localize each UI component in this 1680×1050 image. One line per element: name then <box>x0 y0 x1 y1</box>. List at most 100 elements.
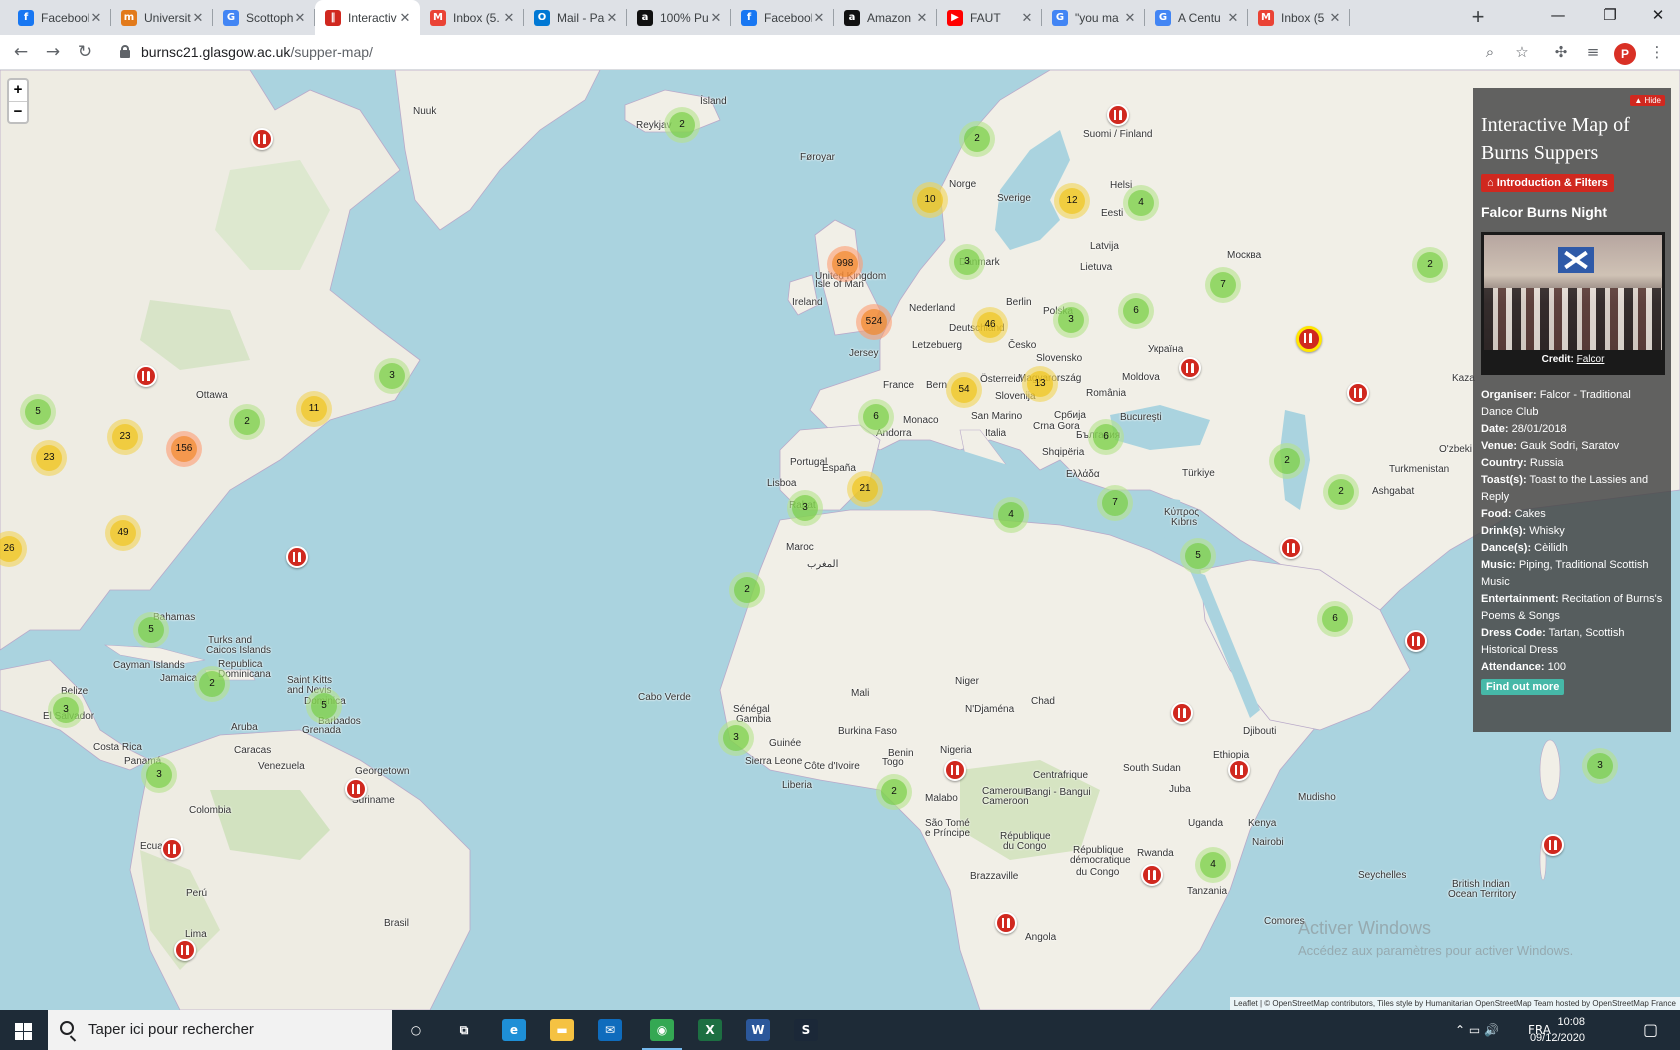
taskbar-excel-icon[interactable]: X <box>686 1010 734 1050</box>
marker-cluster[interactable]: 3 <box>374 358 410 394</box>
browser-tab[interactable]: f Facebook ✕ <box>731 0 834 35</box>
close-tab-icon[interactable]: ✕ <box>605 10 619 26</box>
reload-button[interactable]: ↻ <box>72 39 98 65</box>
supper-marker-icon[interactable] <box>1405 630 1427 652</box>
zoom-in-button[interactable]: + <box>9 80 27 101</box>
supper-marker-icon[interactable] <box>161 838 183 860</box>
zoom-out-button[interactable]: − <box>9 101 27 122</box>
taskbar-task-view-icon[interactable]: ⧉ <box>440 1010 488 1050</box>
notification-icon[interactable]: ▢ <box>1643 1010 1658 1050</box>
clock[interactable]: 10:08 09/12/2020 <box>1515 1014 1585 1046</box>
close-tab-icon[interactable]: ✕ <box>398 10 412 26</box>
marker-cluster[interactable]: 998 <box>827 246 863 282</box>
introduction-filters-button[interactable]: ⌂ Introduction & Filters <box>1481 174 1614 192</box>
browser-tab[interactable]: M Inbox (5. ✕ <box>420 0 524 35</box>
marker-cluster[interactable]: 5 <box>306 688 342 724</box>
marker-cluster[interactable]: 10 <box>912 182 948 218</box>
marker-cluster[interactable]: 5 <box>1180 538 1216 574</box>
marker-cluster[interactable]: 2 <box>1323 474 1359 510</box>
marker-cluster[interactable]: 23 <box>31 440 67 476</box>
close-tab-icon[interactable]: ✕ <box>812 10 826 26</box>
supper-marker-icon[interactable] <box>286 546 308 568</box>
marker-cluster[interactable]: 4 <box>993 497 1029 533</box>
supper-marker-icon[interactable] <box>1171 702 1193 724</box>
marker-cluster[interactable]: 11 <box>296 391 332 427</box>
marker-cluster[interactable]: 6 <box>1317 601 1353 637</box>
marker-cluster[interactable]: 2 <box>1269 443 1305 479</box>
close-tab-icon[interactable]: ✕ <box>1123 10 1137 26</box>
taskbar-cortana-icon[interactable]: ○ <box>392 1010 440 1050</box>
close-tab-icon[interactable]: ✕ <box>89 10 103 26</box>
browser-tab[interactable]: G Scottoph ✕ <box>213 0 315 35</box>
taskbar-chrome-icon[interactable]: ◉ <box>638 1010 686 1050</box>
supper-marker-icon[interactable] <box>995 912 1017 934</box>
supper-marker-icon[interactable] <box>1141 864 1163 886</box>
browser-tab[interactable]: ▶ FAUT ✕ <box>937 0 1042 35</box>
marker-cluster[interactable]: 2 <box>194 666 230 702</box>
supper-marker-icon[interactable] <box>1179 357 1201 379</box>
close-tab-icon[interactable]: ✕ <box>502 10 516 26</box>
credit-link[interactable]: Falcor <box>1577 354 1605 365</box>
marker-cluster[interactable]: 524 <box>856 304 892 340</box>
profile-avatar[interactable]: P <box>1614 43 1636 65</box>
bookmark-star-icon[interactable]: ☆ <box>1510 40 1534 64</box>
marker-cluster[interactable]: 23 <box>107 419 143 455</box>
marker-cluster[interactable]: 4 <box>1195 847 1231 883</box>
new-tab-button[interactable]: + <box>1465 5 1491 31</box>
taskbar-mail-icon[interactable]: ✉ <box>586 1010 634 1050</box>
browser-tab[interactable]: G "you ma ✕ <box>1042 0 1145 35</box>
close-tab-icon[interactable]: ✕ <box>293 10 307 26</box>
world-map[interactable]: Ísland Reykjav Nuuk Føroyar Suomi / Finland N… <box>0 70 1680 1010</box>
taskbar-search-box[interactable]: Taper ici pour rechercher <box>48 1010 392 1050</box>
marker-cluster[interactable]: 3 <box>1053 302 1089 338</box>
marker-cluster[interactable]: 6 <box>858 399 894 435</box>
address-bar[interactable]: burnsc21.glasgow.ac.uk/supper-map/ <box>110 38 1520 67</box>
minimize-button[interactable]: — <box>1532 0 1584 32</box>
zoom-icon[interactable]: ⌕ <box>1478 40 1502 64</box>
marker-cluster[interactable]: 2 <box>876 774 912 810</box>
taskbar-word-icon[interactable]: W <box>734 1010 782 1050</box>
taskbar-explorer-icon[interactable]: ▬ <box>538 1010 586 1050</box>
close-tab-icon[interactable]: ✕ <box>1020 10 1034 26</box>
marker-cluster[interactable]: 7 <box>1205 267 1241 303</box>
browser-tab[interactable]: M Inbox (5 ✕ <box>1248 0 1350 35</box>
marker-cluster[interactable]: 7 <box>1097 485 1133 521</box>
supper-marker-icon[interactable] <box>1347 382 1369 404</box>
supper-marker-icon[interactable] <box>944 759 966 781</box>
browser-tab[interactable]: a 100% Pu ✕ <box>627 0 731 35</box>
browser-tab[interactable]: f Facebook ✕ <box>8 0 111 35</box>
marker-cluster[interactable]: 3 <box>1582 748 1618 784</box>
extensions-icon[interactable]: ✣ <box>1549 40 1573 64</box>
selected-supper-marker-icon[interactable] <box>1296 326 1322 352</box>
maximize-button[interactable]: ❐ <box>1584 0 1636 32</box>
close-tab-icon[interactable]: ✕ <box>1328 10 1342 26</box>
media-control-icon[interactable]: ≡ <box>1581 40 1605 64</box>
marker-cluster[interactable]: 6 <box>1088 419 1124 455</box>
supper-marker-icon[interactable] <box>135 365 157 387</box>
hide-panel-button[interactable]: ▲ Hide <box>1630 95 1665 106</box>
marker-cluster[interactable]: 5 <box>133 612 169 648</box>
close-tab-icon[interactable]: ✕ <box>191 10 205 26</box>
marker-cluster[interactable]: 2 <box>959 121 995 157</box>
supper-marker-icon[interactable] <box>174 939 196 961</box>
marker-cluster[interactable]: 2 <box>1412 247 1448 283</box>
close-tab-icon[interactable]: ✕ <box>1226 10 1240 26</box>
marker-cluster[interactable]: 4 <box>1123 185 1159 221</box>
marker-cluster[interactable]: 12 <box>1054 183 1090 219</box>
browser-tab[interactable]: m Universit ✕ <box>111 0 213 35</box>
marker-cluster[interactable]: 3 <box>718 720 754 756</box>
marker-cluster[interactable]: 2 <box>729 572 765 608</box>
marker-cluster[interactable]: 3 <box>949 244 985 280</box>
start-button[interactable] <box>0 1010 48 1050</box>
supper-marker-icon[interactable] <box>1228 759 1250 781</box>
marker-cluster[interactable]: 6 <box>1118 293 1154 329</box>
system-tray-icons[interactable]: ⌃ ▭ 🔊 <box>1455 1010 1499 1050</box>
map-attribution[interactable]: Leaflet | © OpenStreetMap contributors, … <box>1229 997 1680 1010</box>
marker-cluster[interactable]: 5 <box>20 394 56 430</box>
taskbar-steam-icon[interactable]: S <box>782 1010 830 1050</box>
close-tab-icon[interactable]: ✕ <box>709 10 723 26</box>
marker-cluster[interactable]: 49 <box>105 515 141 551</box>
browser-menu-icon[interactable]: ⋮ <box>1645 40 1669 64</box>
close-tab-icon[interactable]: ✕ <box>915 10 929 26</box>
marker-cluster[interactable]: 156 <box>166 431 202 467</box>
